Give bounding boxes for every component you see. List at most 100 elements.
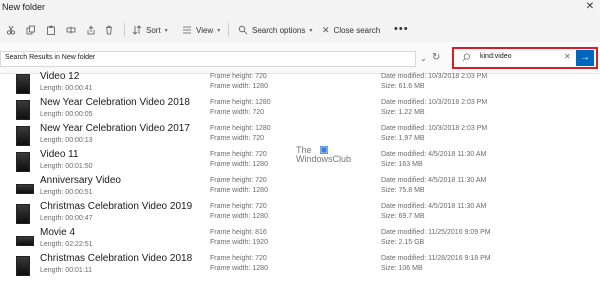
date-modified: Date modified: 10/3/2018 2:03 PM — [381, 73, 488, 80]
video-thumbnail — [16, 256, 30, 276]
file-size: Size: 1.22 MB — [381, 109, 425, 116]
delete-icon[interactable] — [104, 25, 114, 35]
file-name: Movie 4 — [40, 227, 76, 238]
file-size: Size: 2.15 GB — [381, 239, 425, 246]
search-options-button[interactable]: Search options ▾ — [238, 23, 312, 37]
frame-height: Frame height: 720 — [210, 203, 267, 210]
frame-width: Frame width: 720 — [210, 135, 265, 142]
windowsclub-logo-icon — [320, 146, 328, 154]
sort-label: Sort — [146, 25, 161, 35]
file-length: Length: 00:00:41 — [40, 85, 93, 92]
address-bar[interactable]: Search Results in New folder — [0, 51, 416, 67]
view-icon — [183, 26, 191, 34]
close-search-label: Close search — [333, 25, 381, 35]
date-modified: Date modified: 4/5/2018 11:30 AM — [381, 177, 487, 184]
toolbar-divider — [228, 23, 229, 37]
search-icon — [462, 53, 471, 62]
more-options-button[interactable]: ••• — [394, 23, 409, 35]
frame-width: Frame width: 1920 — [210, 239, 268, 246]
address-bar-row: Search Results in New folder ⌄ ↻ kind:vi… — [0, 42, 600, 74]
date-modified: Date modified: 4/5/2018 11:30 AM — [381, 203, 487, 210]
file-size: Size: 1.97 MB — [381, 135, 425, 142]
search-options-icon — [238, 25, 248, 35]
copy-icon[interactable] — [26, 25, 36, 35]
frame-height: Frame height: 1280 — [210, 99, 271, 106]
file-size: Size: 106 MB — [381, 265, 423, 272]
frame-width: Frame width: 1280 — [210, 83, 268, 90]
chevron-down-icon: ▾ — [309, 27, 313, 34]
file-length: Length: 00:00:13 — [40, 137, 93, 144]
file-length: Length: 00:00:47 — [40, 215, 93, 222]
clear-search-icon[interactable]: ✕ — [564, 52, 571, 61]
file-size: Size: 69.7 MB — [381, 213, 425, 220]
list-item[interactable]: Movie 4 Length: 02:22:51 Frame height: 8… — [0, 227, 600, 253]
close-icon: ✕ — [322, 24, 330, 35]
frame-height: Frame height: 720 — [210, 177, 267, 184]
paste-icon[interactable] — [46, 25, 56, 35]
toolbar-divider — [124, 23, 125, 37]
window-title: New folder — [2, 2, 46, 12]
rename-icon[interactable] — [66, 25, 76, 35]
list-item[interactable]: Video 12 Length: 00:00:41 Frame height: … — [0, 71, 600, 97]
video-thumbnail — [16, 74, 30, 94]
frame-width: Frame width: 1280 — [210, 213, 268, 220]
list-item[interactable]: Christmas Celebration Video 2019 Length:… — [0, 201, 600, 227]
search-submit-button[interactable]: → — [576, 50, 594, 66]
view-button[interactable]: View ▾ — [182, 23, 220, 37]
list-item[interactable]: Christmas Celebration Video 2018 Length:… — [0, 253, 600, 279]
search-highlight: kind:video ✕ → — [452, 47, 598, 69]
share-icon[interactable] — [86, 25, 96, 35]
file-name: Video 11 — [40, 149, 79, 160]
date-modified: Date modified: 11/28/2016 9:18 PM — [381, 255, 491, 262]
sort-icon — [132, 25, 142, 35]
video-thumbnail — [16, 236, 34, 246]
date-modified: Date modified: 4/5/2018 11:30 AM — [381, 151, 487, 158]
file-size: Size: 61.6 MB — [381, 83, 425, 90]
chevron-down-icon: ▾ — [164, 27, 168, 34]
frame-width: Frame width: 1280 — [210, 161, 268, 168]
file-size: Size: 75.8 MB — [381, 187, 425, 194]
watermark-line2: WindowsClub — [296, 154, 352, 164]
refresh-icon[interactable]: ↻ — [432, 52, 440, 63]
frame-height: Frame height: 1280 — [210, 125, 271, 132]
command-bar: Sort ▾ View ▾ Search options ▾ ✕ Close s… — [0, 17, 600, 42]
frame-height: Frame height: 720 — [210, 151, 267, 158]
search-query: kind:video — [480, 53, 512, 60]
video-thumbnail — [16, 152, 30, 172]
chevron-down-icon: ▾ — [217, 27, 221, 34]
sort-button[interactable]: Sort ▾ — [132, 23, 168, 37]
file-name: Christmas Celebration Video 2019 — [40, 201, 193, 212]
file-name: New Year Celebration Video 2018 — [40, 97, 190, 108]
frame-height: Frame height: 720 — [210, 255, 267, 262]
search-input[interactable]: kind:video ✕ — [456, 51, 574, 65]
file-name: New Year Celebration Video 2017 — [40, 123, 190, 134]
video-thumbnail — [16, 126, 30, 146]
title-bar: New folder ✕ — [0, 0, 600, 17]
file-name: Anniversary Video — [40, 175, 121, 186]
frame-height: Frame height: 816 — [210, 229, 267, 236]
file-length: Length: 00:01:11 — [40, 267, 93, 274]
video-thumbnail — [16, 100, 30, 120]
address-text: Search Results in New folder — [5, 54, 96, 61]
frame-width: Frame width: 720 — [210, 109, 265, 116]
close-window-icon[interactable]: ✕ — [584, 1, 596, 13]
chevron-down-icon[interactable]: ⌄ — [420, 54, 427, 63]
frame-width: Frame width: 1280 — [210, 265, 268, 272]
date-modified: Date modified: 10/3/2018 2:03 PM — [381, 125, 488, 132]
date-modified: Date modified: 10/3/2018 2:03 PM — [381, 99, 488, 106]
file-length: Length: 00:01:50 — [40, 163, 93, 170]
date-modified: Date modified: 11/25/2016 9:09 PM — [381, 229, 491, 236]
list-item[interactable]: New Year Celebration Video 2018 Length: … — [0, 97, 600, 123]
cut-icon[interactable] — [6, 25, 16, 35]
file-name: Video 12 — [40, 71, 80, 82]
search-options-label: Search options — [252, 25, 306, 35]
list-item[interactable]: Anniversary Video Length: 00:00:51 Frame… — [0, 175, 600, 201]
file-length: Length: 00:00:05 — [40, 111, 93, 118]
video-thumbnail — [16, 184, 34, 194]
video-thumbnail — [16, 204, 30, 224]
file-size: Size: 163 MB — [381, 161, 423, 168]
file-name: Christmas Celebration Video 2018 — [40, 253, 193, 264]
watermark: The WindowsClub — [296, 145, 356, 169]
close-search-button[interactable]: ✕ Close search — [322, 23, 380, 37]
frame-height: Frame height: 720 — [210, 73, 267, 80]
